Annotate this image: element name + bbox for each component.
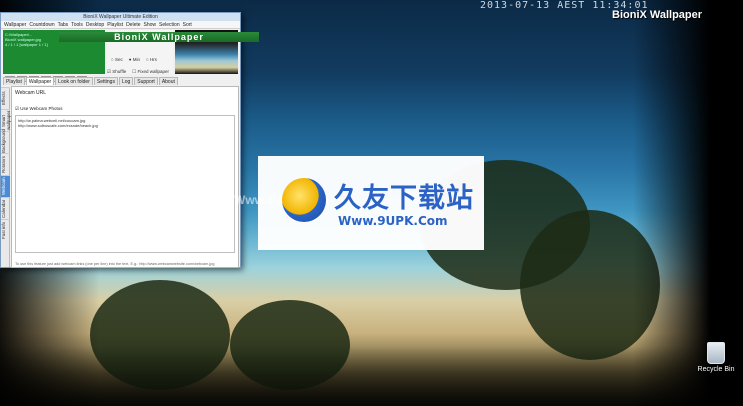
list-item: http://www.solbuscafe.com/ecsnde/beach.j…: [18, 123, 98, 128]
tab-log[interactable]: Log: [118, 77, 134, 85]
side-tab-background[interactable]: Background: [1, 129, 10, 153]
webcam-url-list[interactable]: http://w.palma.webcell.net/coucam.jpg ht…: [15, 115, 235, 253]
watermark-url: Www.9UPK.Com: [338, 214, 448, 228]
side-tabs: Effects Smart wallpaper Background Rotat…: [1, 87, 11, 267]
tab-about[interactable]: About: [158, 77, 178, 85]
recycle-bin-label: Recycle Bin: [697, 366, 735, 373]
info-line: 4 / 1 / 1 [wallpaper 1 / 1]: [5, 42, 48, 47]
menu-item-delete[interactable]: Delete: [126, 21, 140, 28]
menu-item-desktop[interactable]: Desktop: [86, 21, 104, 28]
app-banner: BioniX Wallpaper: [59, 32, 259, 42]
menu-item-playlist[interactable]: Playlist: [107, 21, 123, 28]
app-window[interactable]: BioniX Wallpaper Ultimate Edition Wallpa…: [0, 12, 259, 268]
fixed-wallpaper-label: Fixed wallpaper: [137, 69, 170, 74]
fixed-wallpaper-checkbox[interactable]: ☐ Fixed wallpaper: [132, 69, 169, 75]
tab-wallpaper[interactable]: Wallpaper: [25, 77, 55, 85]
menu-item-sort[interactable]: Sort: [183, 21, 192, 28]
window-title: BioniX Wallpaper Ultimate Edition: [1, 13, 240, 21]
tab-settings[interactable]: Settings: [93, 77, 118, 85]
interval-unit-radios: ○ Sec ● Min ○ Hrs: [111, 57, 157, 62]
recycle-bin-icon: [707, 342, 725, 364]
menu-item-wallpaper[interactable]: Wallpaper: [4, 21, 26, 28]
use-webcam-label: Use Webcam Photos: [20, 106, 63, 111]
use-webcam-checkbox[interactable]: ☑ Use Webcam Photos: [15, 106, 235, 112]
menu-item-countdown[interactable]: Countdown: [29, 21, 54, 28]
hint-text: To use this feature just add webcam link…: [15, 262, 215, 266]
radio-min[interactable]: ● Min: [129, 57, 140, 62]
watermark-chinese-title: 久友下载站: [334, 183, 474, 213]
tab-playlist[interactable]: Playlist: [3, 77, 25, 85]
panel-header: Webcam URL: [15, 90, 47, 96]
side-tab-webcam[interactable]: Webcam: [1, 175, 10, 197]
radio-sec-label: Sec: [114, 57, 123, 62]
main-tabs: Playlist Wallpaper Look on folder Settin…: [3, 77, 178, 85]
side-tab-smart-wallpaper[interactable]: Smart wallpaper: [1, 109, 11, 131]
menu-bar: Wallpaper Countdown Tabs Tools Desktop P…: [1, 21, 240, 29]
radio-sec[interactable]: ○ Sec: [111, 57, 123, 62]
shuffle-checkbox[interactable]: ☑ Shuffle: [107, 69, 126, 75]
vignette-bottom: [0, 346, 743, 406]
recycle-bin[interactable]: Recycle Bin: [696, 342, 736, 373]
desktop-brand-label: BioniX Wallpaper: [612, 9, 703, 21]
radio-hrs-label: Hrs: [149, 57, 157, 62]
side-tab-calendar[interactable]: Calendar: [1, 197, 10, 219]
tab-look-on-folder[interactable]: Look on folder: [55, 77, 93, 85]
site-logo-icon: [282, 178, 326, 222]
tab-support[interactable]: Support: [134, 77, 158, 85]
menu-item-show[interactable]: Show: [144, 21, 157, 28]
radio-min-label: Min: [132, 57, 140, 62]
radio-hrs[interactable]: ○ Hrs: [146, 57, 157, 62]
side-tab-rotators[interactable]: Rotators: [1, 153, 10, 175]
watermark-overlay: 久友下载站 Www.9UPK.Com: [258, 156, 484, 250]
side-tab-effects[interactable]: Effects: [1, 87, 10, 109]
shuffle-label: Shuffle: [112, 69, 127, 74]
webcam-panel: Webcam URL ☑ Use Webcam Photos http://w.…: [11, 86, 239, 268]
option-checkboxes: ☑ Shuffle ☐ Fixed wallpaper: [107, 69, 169, 75]
menu-item-tools[interactable]: Tools: [71, 21, 83, 28]
menu-item-tabs[interactable]: Tabs: [58, 21, 69, 28]
menu-item-selection[interactable]: Selection: [159, 21, 180, 28]
side-tab-fast-info[interactable]: Fast info: [1, 219, 10, 241]
